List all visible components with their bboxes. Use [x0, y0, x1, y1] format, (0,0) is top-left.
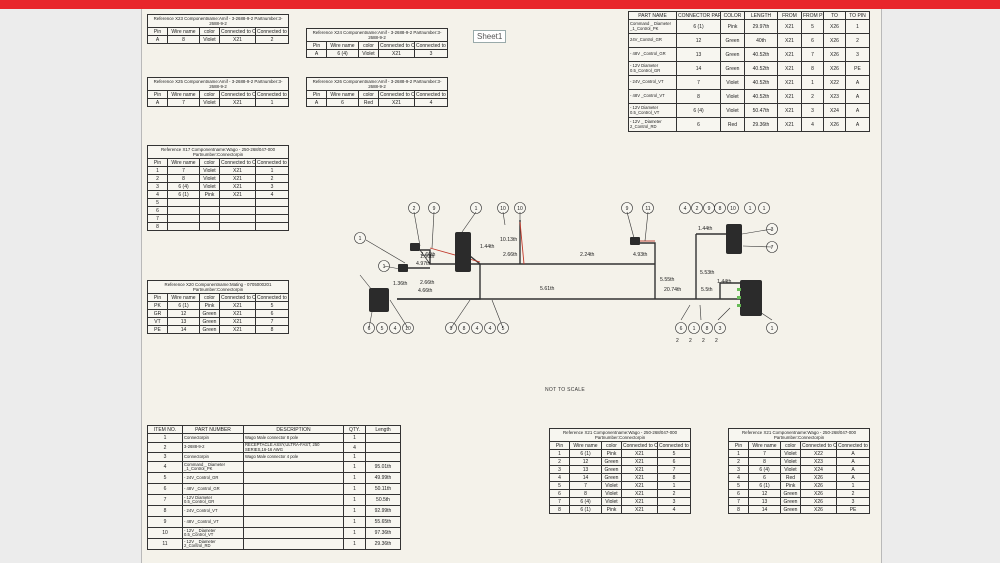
- balloon-callout: 1: [766, 322, 778, 334]
- balloon-callout: 3: [714, 322, 726, 334]
- balloon-number: 1: [359, 236, 362, 242]
- sub-number: 2: [715, 338, 718, 344]
- balloon-number: 10: [730, 206, 736, 212]
- balloon-number: 1: [749, 206, 752, 212]
- balloon-number: 8: [463, 326, 466, 332]
- balloon-number: 10: [405, 326, 411, 332]
- connector-x23: [398, 264, 408, 272]
- balloon-callout: 2: [408, 202, 420, 214]
- dimension-label: 5.55th: [660, 277, 675, 283]
- balloon-callout: 9: [703, 202, 715, 214]
- connector-x22: [410, 243, 420, 251]
- balloon-callout: 11: [642, 202, 654, 214]
- balloon-callout: 4: [471, 322, 483, 334]
- dimension-label: 5.5th: [701, 287, 713, 293]
- dimension-label: 1.44th: [480, 244, 495, 250]
- dimension-label: 5.61th: [540, 286, 555, 292]
- balloon-number: 1: [693, 326, 696, 332]
- balloon-callout: 4: [679, 202, 691, 214]
- balloon-callout: 4: [389, 322, 401, 334]
- balloon-number: 4: [394, 326, 397, 332]
- dimension-label: 5.53th: [700, 270, 715, 276]
- connector-x20: [369, 288, 389, 312]
- balloon-callout: 10: [497, 202, 509, 214]
- balloon-callout: 9: [621, 202, 633, 214]
- connector-x17: [455, 232, 471, 272]
- balloon-callout: 8: [701, 322, 713, 334]
- balloon-callout: 8: [714, 202, 726, 214]
- balloon-number: 1: [475, 206, 478, 212]
- dimension-label: 20.74th: [664, 287, 681, 293]
- dimension-label: 4.93th: [633, 252, 648, 258]
- dimension-label: 2.66th: [503, 252, 518, 258]
- balloon-number: 4: [684, 206, 687, 212]
- balloon-number: 4: [489, 326, 492, 332]
- dimension-label: 4.97th: [416, 261, 431, 267]
- dimension-label: 4.66th: [418, 288, 433, 294]
- balloon-callout: 2: [691, 202, 703, 214]
- balloon-number: 9: [433, 206, 436, 212]
- connector-x21: [740, 280, 762, 316]
- balloon-number: 4: [476, 326, 479, 332]
- dimension-label: 1.44th: [717, 279, 732, 285]
- balloon-number: 7: [771, 245, 774, 251]
- balloon-number: 1: [771, 326, 774, 332]
- sub-number: 2: [702, 338, 705, 344]
- balloon-number: 1: [383, 264, 386, 270]
- balloon-callout: 1: [758, 202, 770, 214]
- balloon-callout: 1: [470, 202, 482, 214]
- balloon-number: 5: [502, 326, 505, 332]
- balloon-callout: 4: [484, 322, 496, 334]
- balloon-callout: 1: [354, 232, 366, 244]
- balloon-number: 2: [413, 206, 416, 212]
- balloon-number: 9: [626, 206, 629, 212]
- balloon-number: 2: [696, 206, 699, 212]
- balloon-callout: 10: [514, 202, 526, 214]
- balloon-number: 6: [680, 326, 683, 332]
- balloon-number: 8: [719, 206, 722, 212]
- dimension-label: 1.36th: [393, 281, 408, 287]
- balloon-callout: 8: [458, 322, 470, 334]
- harness-diagram: 1.66th1.44th10.13th2.66th 2.24th 4.93th5.5…: [354, 202, 778, 344]
- balloon-callout: 6: [675, 322, 687, 334]
- balloon-number: 3: [771, 227, 774, 233]
- balloon-number: 10: [517, 206, 523, 212]
- balloon-number: 9: [708, 206, 711, 212]
- balloon-callout: 9: [428, 202, 440, 214]
- balloon-callout: 10: [727, 202, 739, 214]
- balloon-number: 3: [719, 326, 722, 332]
- balloon-callout: 1: [688, 322, 700, 334]
- balloon-number: 8: [706, 326, 709, 332]
- connector-x26: [726, 224, 742, 254]
- connector-x24: [630, 237, 640, 245]
- balloon-number: 5: [381, 326, 384, 332]
- balloon-callout: 5: [376, 322, 388, 334]
- dimension-label: 2.24th: [580, 252, 595, 258]
- balloon-callout: 1: [744, 202, 756, 214]
- dimension-label: 1.56th: [420, 254, 435, 260]
- dimension-label: 2.66th: [420, 280, 435, 286]
- balloon-number: 1: [763, 206, 766, 212]
- balloon-number: 11: [645, 206, 650, 212]
- dimension-label: 10.13th: [500, 237, 517, 243]
- dimension-label: 1.44th: [698, 226, 713, 232]
- sub-number: 2: [676, 338, 679, 344]
- sub-number: 2: [689, 338, 692, 344]
- balloon-number: 10: [500, 206, 506, 212]
